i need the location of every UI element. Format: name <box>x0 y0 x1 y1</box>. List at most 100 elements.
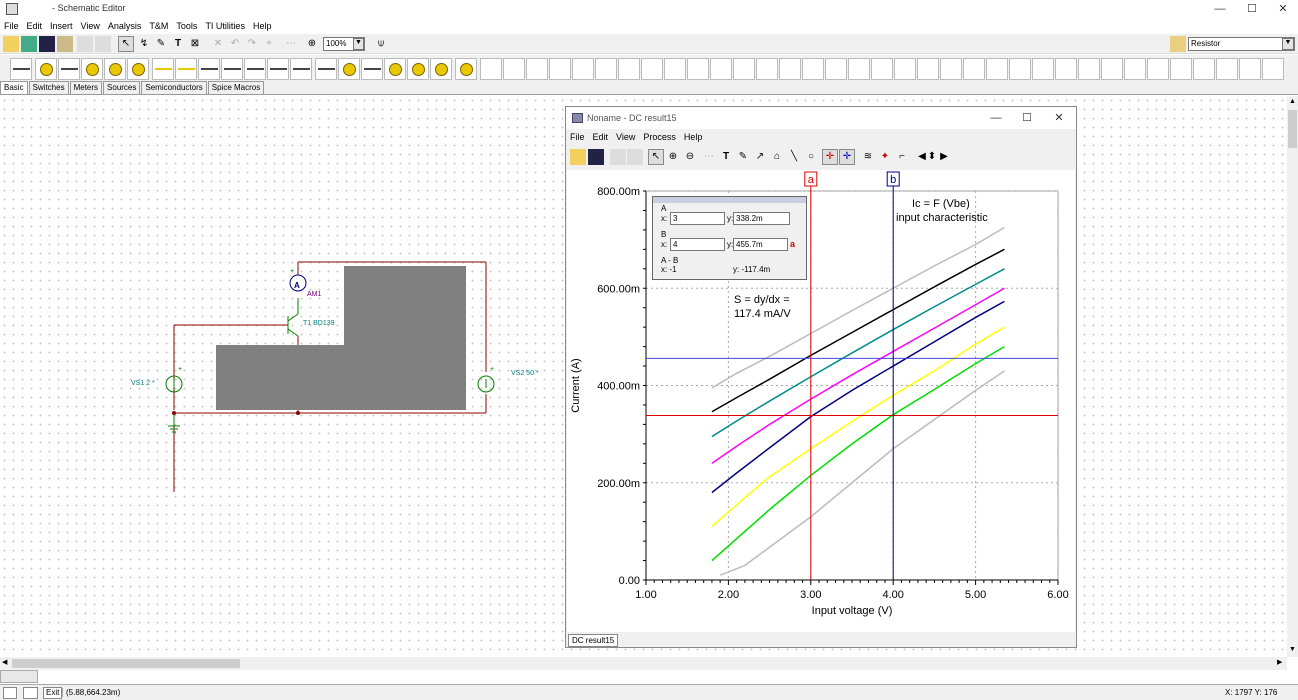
empty-slot-icon[interactable] <box>687 58 709 80</box>
voltage-generator-icon[interactable] <box>81 58 103 80</box>
empty-slot-icon[interactable] <box>1193 58 1215 80</box>
current-source-icon[interactable] <box>104 58 126 80</box>
step-icon[interactable]: ⌐ <box>894 149 910 165</box>
empty-slot-icon[interactable] <box>917 58 939 80</box>
open-icon[interactable] <box>570 149 586 165</box>
vertical-scrollbar[interactable]: ▲ ▼ <box>1287 96 1298 657</box>
select-arrow-icon[interactable]: ↖ <box>118 36 134 52</box>
empty-slot-icon[interactable] <box>549 58 571 80</box>
tab-meters[interactable]: Meters <box>69 81 103 94</box>
copy-icon[interactable] <box>610 149 626 165</box>
menu-edit[interactable]: Edit <box>23 18 47 31</box>
menu-file[interactable]: File <box>0 18 23 31</box>
empty-slot-icon[interactable] <box>1216 58 1238 80</box>
empty-slot-icon[interactable] <box>480 58 502 80</box>
zoom-in-icon[interactable]: ⊕ <box>665 149 681 165</box>
empty-slot-icon[interactable] <box>894 58 916 80</box>
empty-slot-icon[interactable] <box>871 58 893 80</box>
lamp-icon[interactable] <box>338 58 360 80</box>
controlled-source-icon[interactable] <box>384 58 406 80</box>
coil-icon[interactable] <box>244 58 266 80</box>
tab-spice-macros[interactable]: Spice Macros <box>207 81 265 94</box>
switch-icon[interactable] <box>315 58 337 80</box>
menu-ti-utilities[interactable]: TI Utilities <box>201 18 249 31</box>
voltage-controlled-icon[interactable] <box>407 58 429 80</box>
move-icon[interactable]: + <box>261 36 277 52</box>
close-doc-icon[interactable] <box>57 36 73 52</box>
empty-slot-icon[interactable] <box>595 58 617 80</box>
select-arrow-icon[interactable]: ↖ <box>648 149 664 165</box>
cursor-b-x-input[interactable]: 4 <box>670 238 725 251</box>
probe-icon[interactable]: ⍦ <box>373 36 389 52</box>
empty-slot-icon[interactable] <box>1055 58 1077 80</box>
chevron-down-icon[interactable]: ▼ <box>1289 646 1296 653</box>
empty-slot-icon[interactable] <box>572 58 594 80</box>
dc-menu-file[interactable]: File <box>566 129 589 142</box>
place-component-icon[interactable] <box>1170 36 1186 52</box>
chevron-right-icon[interactable]: ▶ <box>1277 658 1282 666</box>
tab-switches[interactable]: Switches <box>28 81 69 94</box>
cursor-a-icon[interactable]: ✛ <box>822 149 838 165</box>
menu-insert[interactable]: Insert <box>46 18 77 31</box>
tab-sources[interactable]: Sources <box>103 81 141 94</box>
text-icon[interactable]: T <box>170 36 186 52</box>
dc-menu-edit[interactable]: Edit <box>589 129 613 142</box>
empty-slot-icon[interactable] <box>1032 58 1054 80</box>
empty-slot-icon[interactable] <box>1239 58 1261 80</box>
empty-slot-icon[interactable] <box>733 58 755 80</box>
screen-icon[interactable] <box>23 687 38 699</box>
open-icon[interactable] <box>3 36 19 52</box>
save-icon[interactable] <box>39 36 55 52</box>
current-controlled-icon[interactable] <box>430 58 452 80</box>
polyline-icon[interactable]: ⌂ <box>769 149 785 165</box>
close-icon[interactable]: ✕ <box>1044 109 1074 127</box>
open-terminal-icon[interactable] <box>361 58 383 80</box>
chevron-left-icon[interactable]: ◀ <box>2 658 7 666</box>
swap-cursor-button[interactable]: a <box>790 239 795 249</box>
empty-slot-icon[interactable] <box>618 58 640 80</box>
empty-slot-icon[interactable] <box>664 58 686 80</box>
resistor-icon[interactable] <box>152 58 174 80</box>
minimize-icon[interactable]: — <box>1205 0 1235 18</box>
wire-icon[interactable]: ↯ <box>136 36 152 52</box>
cursor-right-icon[interactable]: ▶ <box>936 149 952 165</box>
close-icon[interactable]: ✕ <box>1268 0 1298 18</box>
page-tab[interactable] <box>0 670 38 683</box>
empty-slot-icon[interactable] <box>848 58 870 80</box>
empty-slot-icon[interactable] <box>986 58 1008 80</box>
empty-slot-icon[interactable] <box>1124 58 1146 80</box>
zoom-icon[interactable]: ⊕ <box>304 36 320 52</box>
ellipse-icon[interactable]: ○ <box>803 149 819 165</box>
menu-tm[interactable]: T&M <box>145 18 172 31</box>
ground-icon[interactable] <box>10 58 32 80</box>
annotate-icon[interactable]: ✎ <box>735 149 751 165</box>
paste-icon[interactable] <box>95 36 111 52</box>
open-web-icon[interactable] <box>21 36 37 52</box>
maximize-icon[interactable]: ☐ <box>1237 0 1267 18</box>
redo-icon[interactable]: ↷ <box>244 36 260 52</box>
empty-slot-icon[interactable] <box>710 58 732 80</box>
line-icon[interactable]: ╲ <box>786 149 802 165</box>
zoom-out-icon[interactable]: ⊖ <box>682 149 698 165</box>
menu-tools[interactable]: Tools <box>172 18 201 31</box>
empty-slot-icon[interactable] <box>1170 58 1192 80</box>
cursor-a-x-input[interactable]: 3 <box>670 212 725 225</box>
empty-slot-icon[interactable] <box>641 58 663 80</box>
tab-semiconductors[interactable]: Semiconductors <box>141 81 207 94</box>
save-icon[interactable] <box>588 149 604 165</box>
chevron-down-icon[interactable]: ▼ <box>353 38 364 50</box>
transformer-icon[interactable] <box>267 58 289 80</box>
cursor-readout-panel[interactable]: A x: 3 y: 338.2m B x: 4 y: 455.7m a A - … <box>652 196 807 280</box>
menu-analysis[interactable]: Analysis <box>104 18 146 31</box>
inductor-icon[interactable] <box>221 58 243 80</box>
text-icon[interactable]: T <box>718 149 734 165</box>
chevron-up-icon[interactable]: ▲ <box>1289 98 1296 105</box>
component-select[interactable]: Resistor <box>1188 37 1295 51</box>
empty-slot-icon[interactable] <box>503 58 525 80</box>
undo-icon[interactable]: ↶ <box>227 36 243 52</box>
empty-slot-icon[interactable] <box>940 58 962 80</box>
empty-slot-icon[interactable] <box>526 58 548 80</box>
empty-slot-icon[interactable] <box>825 58 847 80</box>
cursor-b-icon[interactable]: ✛ <box>839 149 855 165</box>
cursor-b-y-input[interactable]: 455.7m <box>733 238 788 251</box>
